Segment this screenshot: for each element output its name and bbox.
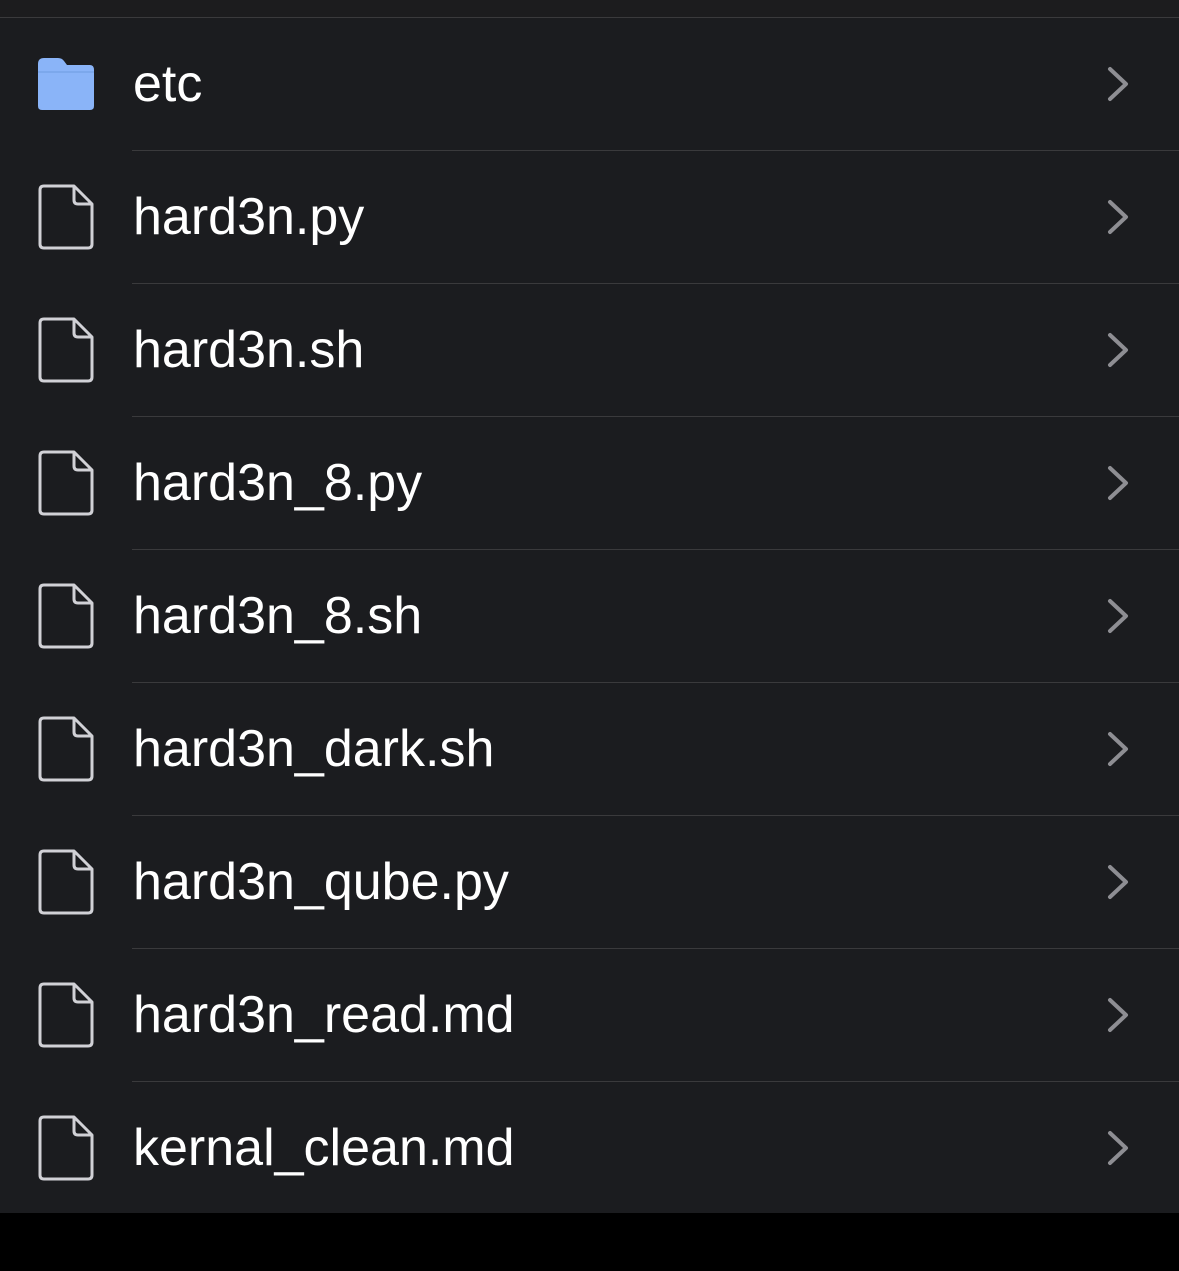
chevron-right-icon	[1108, 1131, 1128, 1165]
folder-icon	[38, 58, 94, 110]
file-name: hard3n_8.sh	[133, 587, 423, 645]
chevron-right-icon	[1108, 865, 1128, 899]
file-browser-screen: etc hard3n.py hard3n.sh hard3n_8.py hard3n_8…	[0, 0, 1179, 1271]
file-row[interactable]: hard3n_dark.sh	[0, 683, 1179, 816]
bottom-bar	[0, 1213, 1179, 1271]
file-name: hard3n_8.py	[133, 454, 423, 512]
document-icon	[38, 849, 94, 915]
document-icon	[38, 1115, 94, 1181]
file-row[interactable]: kernal_clean.md	[0, 1082, 1179, 1215]
file-row[interactable]: hard3n_read.md	[0, 949, 1179, 1082]
file-list: etc hard3n.py hard3n.sh hard3n_8.py hard3n_8…	[0, 18, 1179, 1213]
chevron-right-icon	[1108, 200, 1128, 234]
file-row[interactable]: hard3n.py	[0, 151, 1179, 284]
chevron-right-icon	[1108, 998, 1128, 1032]
chevron-right-icon	[1108, 732, 1128, 766]
file-name: hard3n_qube.py	[133, 853, 509, 911]
document-icon	[38, 317, 94, 383]
file-name: kernal_clean.md	[133, 1119, 515, 1177]
document-icon	[38, 450, 94, 516]
chevron-right-icon	[1108, 67, 1128, 101]
folder-row[interactable]: etc	[0, 18, 1179, 151]
file-name: hard3n.py	[133, 188, 365, 246]
file-row[interactable]: hard3n_qube.py	[0, 816, 1179, 949]
file-name: hard3n_dark.sh	[133, 720, 495, 778]
file-row[interactable]: hard3n_8.py	[0, 417, 1179, 550]
chevron-right-icon	[1108, 466, 1128, 500]
document-icon	[38, 583, 94, 649]
folder-name: etc	[133, 55, 203, 113]
document-icon	[38, 982, 94, 1048]
file-row[interactable]: hard3n.sh	[0, 284, 1179, 417]
document-icon	[38, 184, 94, 250]
chevron-right-icon	[1108, 599, 1128, 633]
file-row[interactable]: hard3n_8.sh	[0, 550, 1179, 683]
file-name: hard3n.sh	[133, 321, 365, 379]
chevron-right-icon	[1108, 333, 1128, 367]
top-bar-edge	[0, 0, 1179, 18]
file-name: hard3n_read.md	[133, 986, 515, 1044]
document-icon	[38, 716, 94, 782]
